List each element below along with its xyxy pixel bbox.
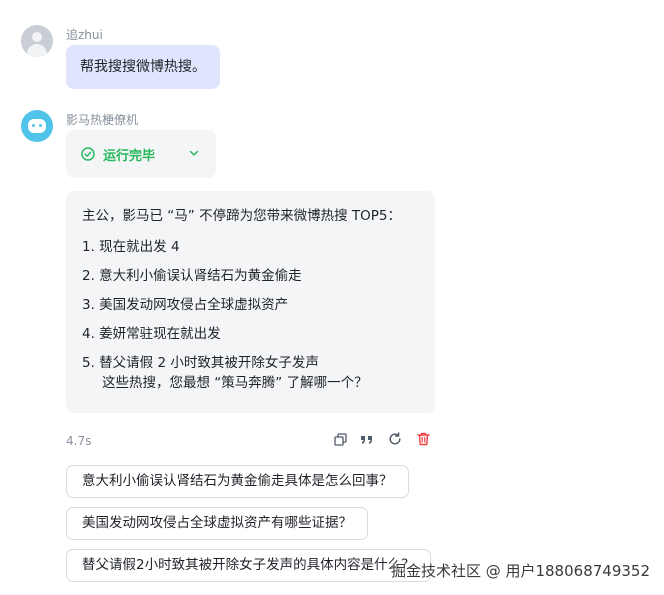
suggestion-button[interactable]: 替父请假2小时致其被开除女子发声的具体内容是什么？ [66, 549, 431, 582]
answer-intro: 主公，影马已 “马” 不停蹄为您带来微博热搜 TOP5： [82, 208, 401, 224]
bot-name: 影马热梗僚机 [66, 113, 139, 127]
list-item: 2. 意大利小偷误认肾结石为黄金偷走 [82, 268, 302, 284]
chevron-down-icon[interactable] [188, 147, 200, 159]
watermark: 掘金技术社区 @ 用户188068749352 [390, 562, 650, 580]
check-circle-icon [81, 147, 95, 161]
elapsed-time: 4.7s [66, 434, 92, 448]
suggestion-button[interactable]: 意大利小偷误认肾结石为黄金偷走具体是怎么回事？ [66, 465, 409, 498]
run-status-label: 运行完毕 [103, 148, 156, 164]
trash-icon[interactable] [415, 431, 431, 447]
refresh-icon[interactable] [387, 431, 403, 447]
answer-toolbar: 4.7s [66, 430, 435, 448]
list-item: 3. 美国发动网攻侵占全球虚拟资产 [82, 297, 289, 313]
suggestion-button[interactable]: 美国发动网攻侵占全球虚拟资产有哪些证据？ [66, 507, 368, 540]
list-item: 1. 现在就出发 4 [82, 239, 180, 255]
bot-answer-bubble: 主公，影马已 “马” 不停蹄为您带来微博热搜 TOP5： 1. 现在就出发 4 … [66, 191, 435, 413]
list-item: 5. 替父请假 2 小时致其被开除女子发声 [82, 355, 319, 371]
hot-search-list: 1. 现在就出发 4 2. 意大利小偷误认肾结石为黄金偷走 3. 美国发动网攻侵… [82, 237, 419, 373]
answer-closing: 这些热搜，您最想 “策马奔腾” 了解哪一个？ [102, 375, 368, 391]
copy-icon[interactable] [332, 431, 348, 447]
bot-avatar-icon [21, 110, 53, 142]
quote-icon[interactable] [359, 431, 375, 447]
user-name: 追zhui [66, 28, 103, 42]
user-avatar-icon [21, 25, 53, 57]
user-message-bubble: 帮我搜搜微博热搜。 [66, 45, 220, 89]
list-item: 4. 姜妍常驻现在就出发 [82, 326, 221, 342]
run-status-toggle[interactable]: 运行完毕 [66, 130, 216, 178]
